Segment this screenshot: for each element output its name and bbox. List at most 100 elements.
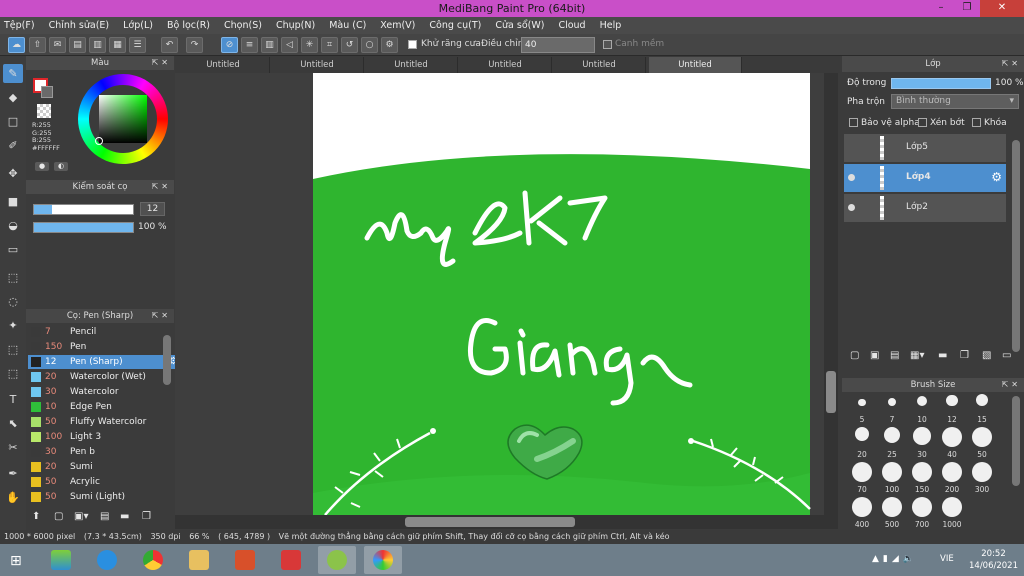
lock-checkbox[interactable]	[972, 118, 981, 127]
brush-item[interactable]: 30 Watercolor	[28, 385, 180, 399]
brush-item[interactable]: 100 Light 3	[28, 430, 180, 444]
taskbar-app-medibang[interactable]	[364, 546, 402, 574]
list-icon[interactable]: ☰	[129, 37, 146, 53]
new-layer-icon[interactable]: ▢	[850, 350, 859, 361]
pages-icon[interactable]: ▦	[109, 37, 126, 53]
curve-snap-icon[interactable]: ↺	[341, 37, 358, 53]
hand-tool-icon[interactable]: ✋	[3, 488, 23, 507]
brush-size-preset[interactable]: 7	[876, 390, 908, 426]
brush-size-preset[interactable]: 10	[906, 390, 938, 426]
select-rect-icon[interactable]: ⬚	[3, 268, 23, 287]
start-button[interactable]: ⊞	[0, 546, 38, 574]
background-color-swatch[interactable]	[41, 86, 53, 98]
menu-select[interactable]: Chọn(S)	[224, 20, 262, 31]
brush-size-preset[interactable]: 500	[876, 495, 908, 531]
eraser-tool-icon[interactable]: ◆	[3, 88, 23, 107]
brush-item[interactable]: 7 Pencil	[28, 325, 180, 339]
fill-rect-tool-icon[interactable]: ■	[3, 192, 23, 211]
brush-size-preset[interactable]: 400	[846, 495, 878, 531]
page-icon[interactable]: ▥	[89, 37, 106, 53]
menu-layer[interactable]: Lớp(L)	[123, 20, 153, 31]
brush-size-preset[interactable]: 40	[936, 425, 968, 461]
menu-filter[interactable]: Bộ lọc(R)	[167, 20, 210, 31]
magic-wand-icon[interactable]: ✦	[3, 316, 23, 335]
brush-new-icon[interactable]: ▢	[54, 511, 63, 522]
brush-size-preset[interactable]: 25	[876, 425, 908, 461]
minimize-button[interactable]: –	[928, 0, 954, 17]
layer-row-4[interactable]: Lớp4 ⚙	[844, 164, 1006, 192]
tab-untitled-2[interactable]: Untitled	[271, 57, 364, 73]
panel-controls-icon[interactable]: ⇱✕	[1002, 56, 1021, 72]
brush-item[interactable]: 20 Watercolor (Wet)	[28, 370, 180, 384]
brush-size-preset[interactable]: 50	[966, 425, 998, 461]
brush-copy-icon[interactable]: ▤	[100, 511, 109, 522]
taskbar-app-network[interactable]	[272, 546, 310, 574]
parallel-snap-icon[interactable]: ≡	[241, 37, 258, 53]
duplicate-layer-icon[interactable]: ❐	[960, 350, 969, 361]
blend-mode-select[interactable]: Bình thường ▾	[891, 94, 1019, 109]
layer-row-2[interactable]: Lớp2	[844, 194, 1006, 222]
brush-size-value[interactable]: 12	[140, 202, 165, 216]
gradient-tool-icon[interactable]: ▭	[3, 240, 23, 259]
select-eraser-icon[interactable]: ⬚	[3, 364, 23, 383]
gear-icon[interactable]: ⚙	[991, 170, 1002, 184]
color-settings-button[interactable]: ◐	[54, 162, 68, 171]
canvas-vertical-scrollbar[interactable]	[824, 73, 838, 515]
cross-snap-icon[interactable]: ⌗	[321, 37, 338, 53]
panel-controls-icon[interactable]: ⇱✕	[152, 56, 171, 70]
delete-layer-icon[interactable]: ▭	[1002, 350, 1011, 361]
cloud-icon[interactable]: ☁	[8, 37, 25, 53]
share-icon[interactable]: ⇧	[29, 37, 46, 53]
protect-alpha-checkbox[interactable]	[849, 118, 858, 127]
tray-icons[interactable]: ▲▮◢🔈	[872, 554, 918, 564]
brush-size-preset[interactable]: 5	[846, 390, 878, 426]
dot-tool-icon[interactable]: ✐	[3, 136, 23, 155]
adjust-select[interactable]: 40	[521, 37, 595, 53]
rect-tool-icon[interactable]: □	[3, 112, 23, 131]
export-icon[interactable]: ▤	[69, 37, 86, 53]
smooth-checkbox[interactable]	[603, 40, 612, 49]
menu-window[interactable]: Cửa sổ(W)	[495, 20, 544, 31]
eye-icon[interactable]	[848, 174, 855, 181]
brush-size-preset[interactable]: 12	[936, 390, 968, 426]
brush-size-preset[interactable]: 20	[846, 425, 878, 461]
brush-item[interactable]: 50 Acrylic	[28, 475, 180, 489]
layer-folder-icon[interactable]: ▬	[938, 350, 947, 361]
undo-icon[interactable]: ↶	[161, 37, 178, 53]
brush-size-preset[interactable]: 1000	[936, 495, 968, 531]
brush-opacity-slider[interactable]	[33, 222, 134, 233]
panel-controls-icon[interactable]: ⇱✕	[152, 309, 171, 323]
menu-help[interactable]: Help	[600, 20, 622, 31]
clipping-checkbox[interactable]	[918, 118, 927, 127]
menu-cloud[interactable]: Cloud	[558, 20, 585, 31]
brush-item[interactable]: 12 Pen (Sharp) ⚙	[28, 355, 180, 369]
brush-size-slider[interactable]	[33, 204, 134, 215]
brush-size-preset[interactable]: 700	[906, 495, 938, 531]
brush-add-icon[interactable]: ⬆	[32, 511, 40, 522]
layer-menu-icon[interactable]: ▦▾	[910, 350, 924, 361]
maximize-button[interactable]: ❐	[954, 0, 980, 17]
brush-tool-icon[interactable]: ✎	[3, 64, 23, 83]
color-picker-handle[interactable]	[95, 137, 103, 145]
menu-color[interactable]: Màu (C)	[329, 20, 366, 31]
brush-list-scrollbar[interactable]	[163, 335, 171, 385]
tab-untitled-4[interactable]: Untitled	[459, 57, 552, 73]
brush-size-preset[interactable]: 100	[876, 460, 908, 496]
language-indicator[interactable]: VIE	[940, 554, 954, 564]
brush-item[interactable]: 30 Pen b	[28, 445, 180, 459]
brush-size-preset[interactable]: 200	[936, 460, 968, 496]
canvas-vscroll-thumb[interactable]	[826, 371, 836, 413]
divide-tool-icon[interactable]: ✂	[3, 438, 23, 457]
antialias-checkbox[interactable]	[408, 40, 417, 49]
tab-untitled-3[interactable]: Untitled	[365, 57, 458, 73]
menu-tools[interactable]: Công cụ(T)	[429, 20, 481, 31]
redo-icon[interactable]: ↷	[186, 37, 203, 53]
perspective-snap-icon[interactable]: ◁	[281, 37, 298, 53]
operation-tool-icon[interactable]: ⬉	[3, 414, 23, 433]
menu-view[interactable]: Xem(V)	[380, 20, 415, 31]
transparent-swatch[interactable]	[37, 104, 51, 118]
eyedropper-icon[interactable]: ✒	[3, 464, 23, 483]
new-halftone-layer-icon[interactable]: ▣	[870, 350, 879, 361]
close-button[interactable]: ✕	[980, 0, 1024, 17]
merge-layer-icon[interactable]: ▧	[982, 350, 991, 361]
